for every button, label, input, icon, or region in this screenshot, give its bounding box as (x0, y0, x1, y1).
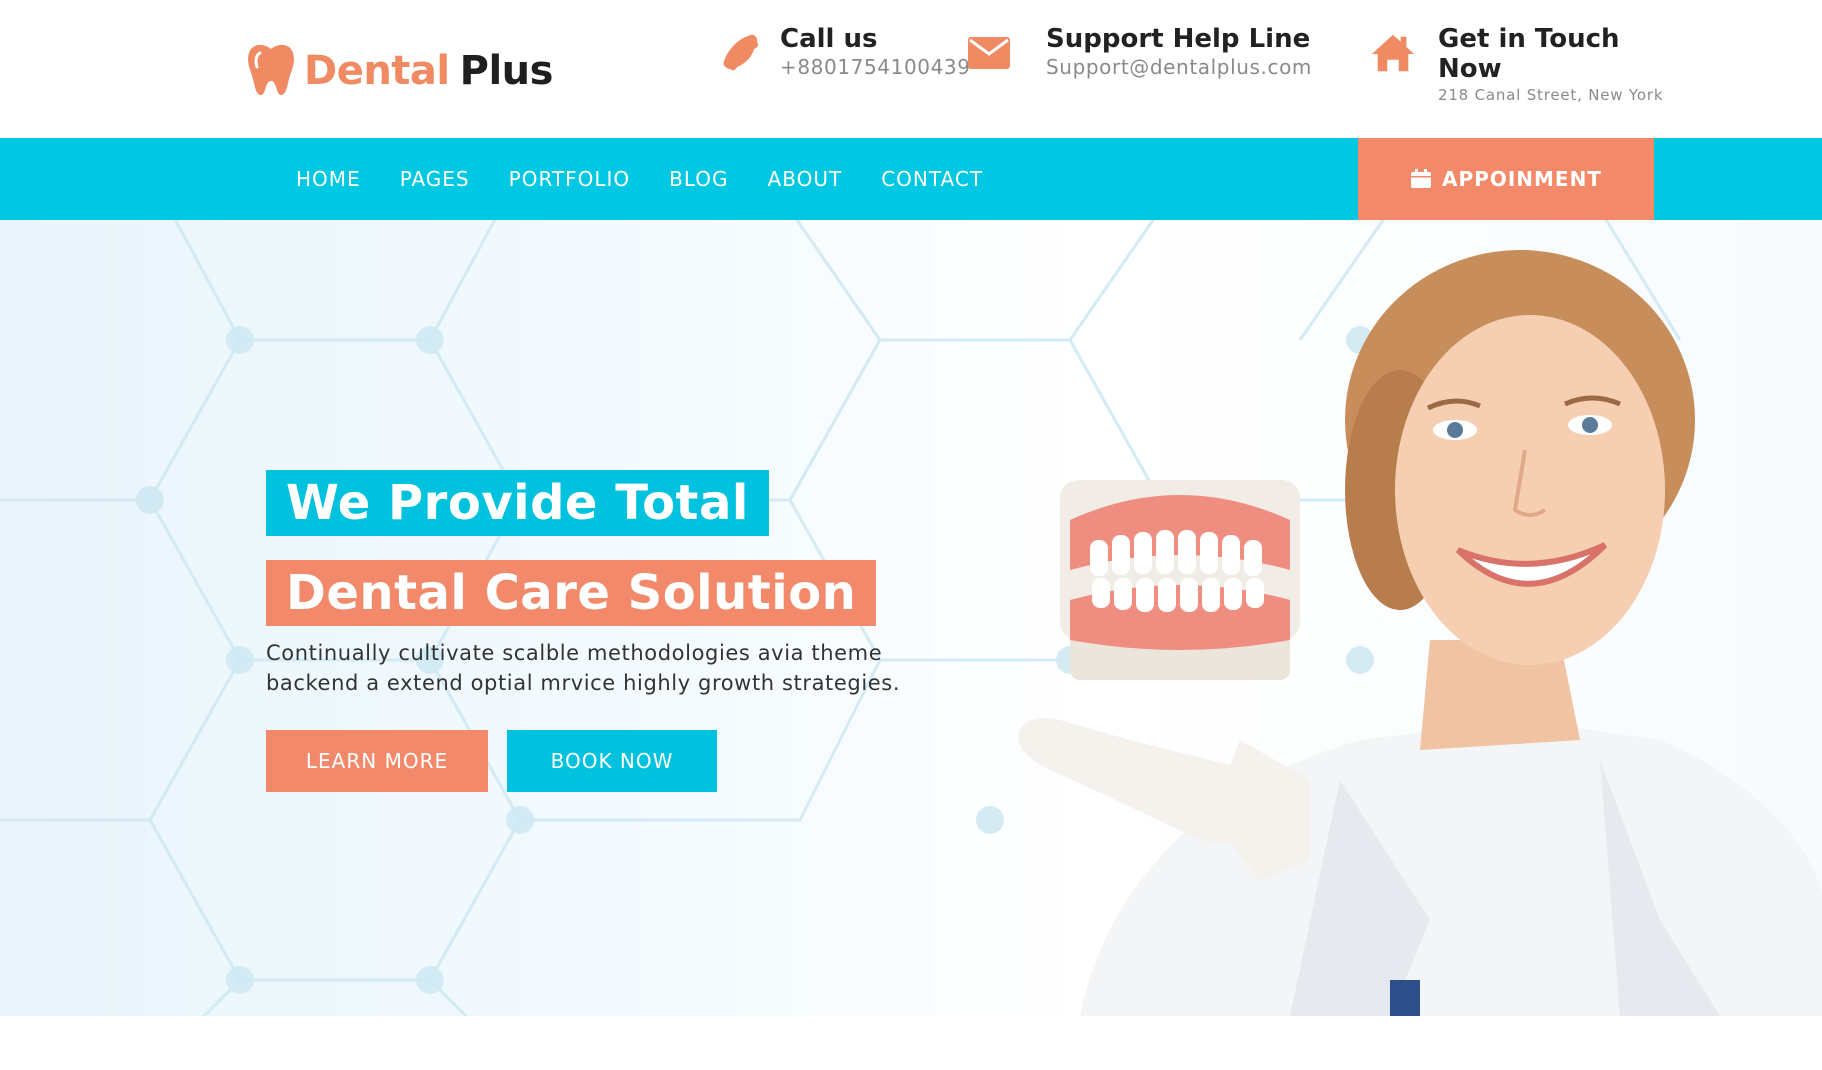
touch-title-line2: Now (1438, 54, 1502, 84)
menu: HOME PAGES PORTFOLIO BLOG ABOUT CONTACT (296, 138, 1022, 220)
support-email[interactable]: Support@dentalplus.com (1046, 54, 1312, 80)
nav-home[interactable]: HOME (296, 167, 361, 191)
support-title: Support Help Line (1046, 24, 1311, 54)
calendar-icon (1410, 169, 1432, 189)
call-title: Call us (780, 24, 878, 54)
appointment-button[interactable]: APPOINMENT (1358, 138, 1654, 220)
hero-description-line1: Continually cultivate scalble methodolog… (266, 641, 883, 665)
phone-icon (720, 30, 766, 76)
page-bottom (0, 1016, 1822, 1070)
hero-description: Continually cultivate scalble methodolog… (266, 638, 946, 698)
call-number[interactable]: +8801754100439 (780, 54, 971, 80)
touch-address: 218 Canal Street, New York (1438, 86, 1664, 104)
top-header: Dental Plus Call us +8801754100439 Suppor… (0, 0, 1822, 138)
touch-title-line1: Get in Touch (1438, 24, 1620, 54)
logo-name-part2: Plus (459, 48, 554, 94)
envelope-icon (966, 30, 1012, 76)
nav-pages[interactable]: PAGES (400, 167, 470, 191)
nav-blog[interactable]: BLOG (669, 167, 728, 191)
main-nav: HOME PAGES PORTFOLIO BLOG ABOUT CONTACT … (0, 138, 1822, 220)
nav-portfolio[interactable]: PORTFOLIO (509, 167, 631, 191)
dentist-photo (1018, 250, 1822, 1016)
call-info: Call us +8801754100439 (720, 24, 971, 80)
hero-banner: We Provide Total Dental Care Solution Co… (0, 220, 1822, 1016)
home-icon (1370, 30, 1416, 76)
headline-line-1: We Provide Total (266, 470, 769, 536)
tooth-icon (246, 41, 296, 101)
touch-info: Get in Touch Now 218 Canal Street, New Y… (1370, 24, 1663, 106)
nav-contact[interactable]: CONTACT (881, 167, 983, 191)
support-info: Support Help Line Support@dentalplus.com (966, 24, 1312, 80)
learn-more-button[interactable]: LEARN MORE (266, 730, 488, 792)
logo-name-part1: Dental (304, 48, 450, 94)
book-now-button[interactable]: BOOK NOW (507, 730, 717, 792)
headline-line-2: Dental Care Solution (266, 560, 877, 626)
hero-description-line2: backend a extend optial mrvice highly gr… (266, 671, 901, 695)
appointment-label: APPOINMENT (1442, 167, 1602, 191)
nav-about[interactable]: ABOUT (768, 167, 843, 191)
logo[interactable]: Dental Plus (246, 42, 553, 100)
